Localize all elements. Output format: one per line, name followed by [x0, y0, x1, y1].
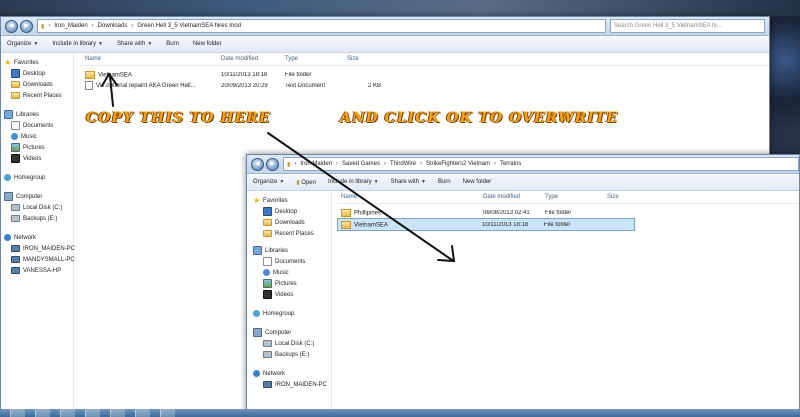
taskbar-button[interactable] [160, 409, 175, 417]
annotation-arrows [101, 72, 456, 263]
taskbar-button[interactable] [85, 409, 100, 417]
taskbar-button[interactable] [135, 409, 150, 417]
taskbar-button[interactable] [60, 409, 75, 417]
taskbar-button[interactable] [110, 409, 125, 417]
taskbar [0, 409, 800, 417]
taskbar-button[interactable] [35, 409, 50, 417]
taskbar-button[interactable] [10, 409, 25, 417]
arrow-up [101, 72, 118, 107]
arrow-diagonal [267, 132, 456, 263]
